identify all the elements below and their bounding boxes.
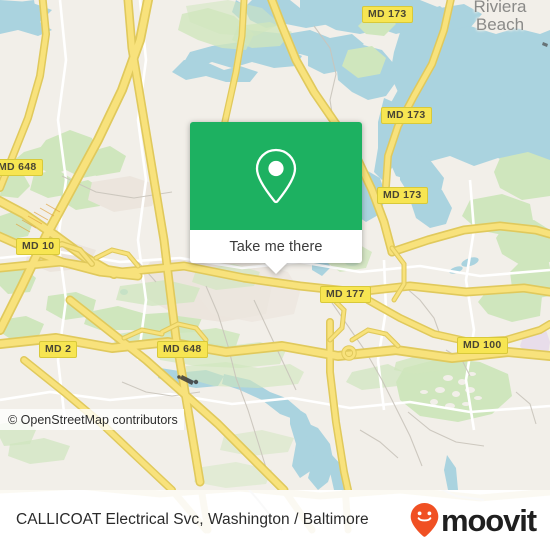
map-screenshot-root: Riviera Beach MD 173 MD 173 MD 173 MD 64…: [0, 0, 550, 550]
road-shield-md-177[interactable]: MD 177: [320, 286, 371, 303]
moovit-wordmark: moovit: [440, 502, 537, 538]
take-me-there-label: Take me there: [229, 238, 323, 255]
popup-tail-pointer: [265, 263, 287, 274]
popup-footer[interactable]: Take me there: [190, 230, 362, 274]
road-shield-md-10[interactable]: MD 10: [16, 238, 61, 255]
popup-header: [190, 122, 362, 230]
road-shield-md-2[interactable]: MD 2: [39, 341, 78, 358]
location-popup[interactable]: Take me there: [190, 122, 362, 274]
road-shield-md-100[interactable]: MD 100: [457, 337, 508, 354]
road-shield-md-648-bottom[interactable]: MD 648: [157, 341, 208, 358]
osm-attribution[interactable]: © OpenStreetMap contributors: [0, 409, 184, 430]
moovit-brand[interactable]: moovit: [409, 502, 537, 538]
road-shield-md-173-right[interactable]: MD 173: [377, 187, 428, 204]
location-title: CALLICOAT Electrical Svc, Washington / B…: [16, 511, 369, 528]
road-shield-md-648-left[interactable]: MD 648: [0, 159, 43, 176]
location-pin-icon: [255, 148, 297, 204]
road-shield-md-173-mid[interactable]: MD 173: [381, 107, 432, 124]
map-canvas[interactable]: Riviera Beach MD 173 MD 173 MD 173 MD 64…: [0, 0, 550, 490]
footer-bar: CALLICOAT Electrical Svc, Washington / B…: [0, 490, 550, 550]
road-shield-md-173-top[interactable]: MD 173: [362, 6, 413, 23]
moovit-smiley-pin-icon: [410, 503, 439, 537]
